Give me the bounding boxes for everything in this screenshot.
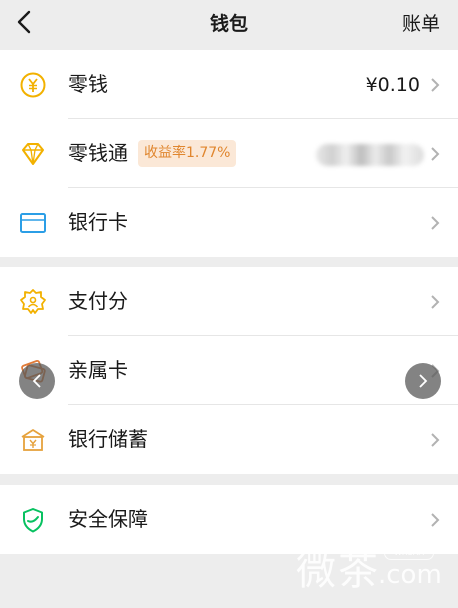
carousel-next-button[interactable] xyxy=(405,363,441,399)
chevron-right-icon xyxy=(429,214,441,232)
list-item-payment-score[interactable]: 支付分 xyxy=(0,267,458,336)
list-item-family-card[interactable]: 亲属卡 xyxy=(0,336,458,405)
chevron-right-icon xyxy=(429,293,441,311)
list-item-label: 亲属卡 xyxy=(68,358,128,382)
shield-check-icon xyxy=(19,506,47,534)
list-item-label: 零钱 xyxy=(68,72,108,96)
watermark-text: 微茶 xyxy=(296,548,380,594)
list-item-label: 零钱通 xyxy=(68,141,128,165)
list-item-bank-savings[interactable]: 银行储蓄 xyxy=(0,405,458,474)
list-item-label: 安全保障 xyxy=(68,507,148,531)
chevron-left-icon xyxy=(32,374,41,388)
list-item-change[interactable]: 零钱 ¥0.10 xyxy=(0,50,458,119)
bank-savings-icon xyxy=(19,426,47,454)
page-title: 钱包 xyxy=(209,13,248,35)
balance-value: ¥0.10 xyxy=(365,74,420,96)
list-item-bank-card[interactable]: 银行卡 xyxy=(0,188,458,257)
yuan-coin-icon xyxy=(19,71,47,99)
hidden-balance-value xyxy=(316,144,424,166)
list-item-label: 银行卡 xyxy=(68,210,128,234)
diamond-icon xyxy=(19,140,47,168)
bank-card-icon xyxy=(19,209,47,237)
chevron-right-icon xyxy=(429,431,441,449)
wallet-section-services: 支付分 亲属卡 银行储蓄 xyxy=(0,267,458,474)
chevron-right-icon xyxy=(429,76,441,94)
watermark-domain: .com xyxy=(378,560,442,590)
chevron-right-icon xyxy=(419,374,428,388)
payment-score-icon xyxy=(19,288,47,316)
chevron-right-icon xyxy=(429,511,441,529)
list-item-label: 银行储蓄 xyxy=(68,427,148,451)
yield-rate-badge: 收益率1.77% xyxy=(138,140,237,167)
list-item-lingqiantong[interactable]: 零钱通 收益率1.77% xyxy=(0,119,458,188)
chevron-right-icon xyxy=(429,145,441,163)
wallet-section-funds: 零钱 ¥0.10 零钱通 收益率1.77% 银行卡 xyxy=(0,50,458,257)
nav-bar: 钱包 账单 xyxy=(0,0,458,44)
watermark-logo: 微茶 WXCHA .com xyxy=(296,538,446,594)
bill-button[interactable]: 账单 xyxy=(402,9,440,36)
carousel-prev-button[interactable] xyxy=(19,363,55,399)
watermark-badge: WXCHA xyxy=(384,546,434,560)
list-item-label: 支付分 xyxy=(68,289,128,313)
